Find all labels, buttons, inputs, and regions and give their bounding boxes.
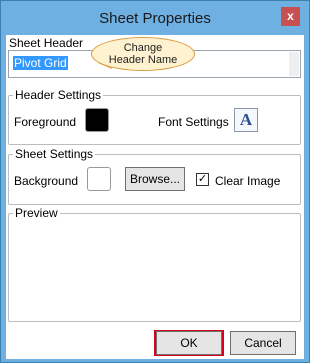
input-scrollbar[interactable] bbox=[289, 52, 299, 76]
header-settings-group: Header Settings Foreground Font Settings… bbox=[8, 88, 301, 145]
background-color-swatch[interactable] bbox=[87, 167, 111, 191]
checkmark-icon: ✓ bbox=[197, 173, 208, 185]
callout-line-2: Header Name bbox=[108, 54, 178, 66]
browse-button[interactable]: Browse... bbox=[125, 167, 185, 191]
header-settings-title: Header Settings bbox=[13, 88, 104, 102]
sheet-header-label: Sheet Header bbox=[9, 36, 84, 50]
sheet-properties-dialog: Sheet Properties x Sheet Header Pivot Gr… bbox=[0, 0, 310, 363]
callout-line-1: Change bbox=[123, 42, 163, 54]
preview-group: Preview bbox=[8, 206, 301, 322]
dialog-body: Sheet Header Pivot Grid Header Settings … bbox=[6, 35, 304, 359]
sheet-settings-group: Sheet Settings Background Browse... ✓ Cl… bbox=[8, 147, 301, 205]
close-button[interactable]: x bbox=[281, 7, 300, 26]
background-label: Background bbox=[14, 174, 79, 188]
foreground-label: Foreground bbox=[14, 115, 77, 129]
preview-title: Preview bbox=[13, 206, 60, 220]
clear-image-checkbox[interactable]: ✓ bbox=[196, 173, 209, 186]
font-settings-label: Font Settings bbox=[158, 115, 229, 129]
title-bar[interactable]: Sheet Properties x bbox=[1, 1, 309, 35]
change-header-name-callout: Change Header Name bbox=[91, 37, 195, 71]
font-settings-icon[interactable]: A bbox=[234, 108, 258, 132]
foreground-color-swatch[interactable] bbox=[85, 108, 109, 132]
ok-button[interactable]: OK bbox=[156, 331, 222, 355]
dialog-title: Sheet Properties bbox=[99, 10, 211, 27]
sheet-settings-title: Sheet Settings bbox=[13, 147, 96, 161]
sheet-header-value[interactable]: Pivot Grid bbox=[13, 56, 68, 70]
clear-image-label: Clear Image bbox=[215, 174, 281, 188]
cancel-button[interactable]: Cancel bbox=[230, 331, 296, 355]
